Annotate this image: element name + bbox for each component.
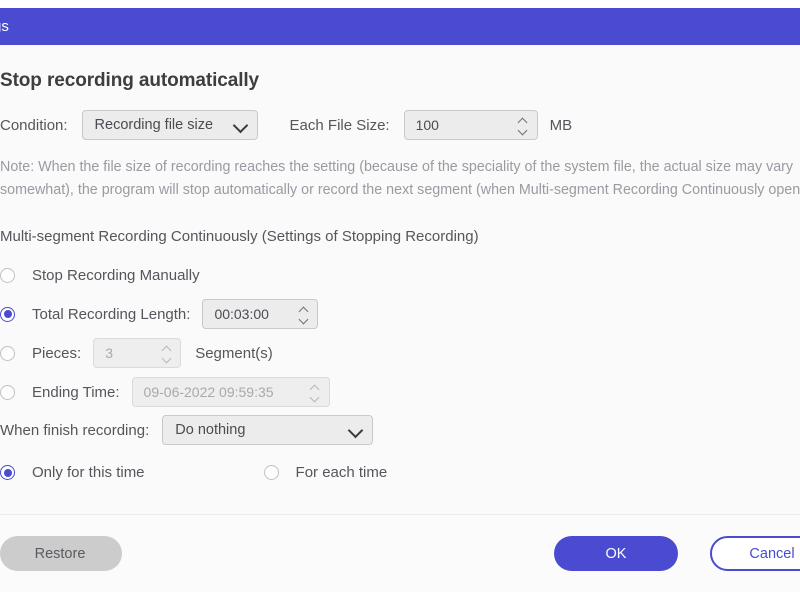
chevron-down-icon	[300, 317, 308, 322]
ok-button[interactable]: OK	[554, 536, 678, 571]
total-recording-length-stepper[interactable]	[297, 307, 310, 322]
restore-button[interactable]: Restore	[0, 536, 122, 571]
label-stop-recording-manually: Stop Recording Manually	[32, 266, 200, 284]
finish-recording-select[interactable]: Do nothing	[162, 415, 374, 446]
chevron-down-icon	[349, 423, 363, 437]
chevron-down-icon	[519, 128, 527, 133]
radio-stop-recording-manually[interactable]	[0, 267, 15, 283]
option-row-pieces[interactable]: Pieces: 3 Segment(s)	[0, 337, 800, 369]
radio-for-each-time[interactable]	[263, 465, 279, 481]
pieces-unit-label: Segment(s)	[195, 344, 273, 362]
option-row-total-length[interactable]: Total Recording Length: 00:03:00	[0, 298, 800, 330]
radio-only-for-this-time[interactable]	[0, 465, 15, 481]
option-row-ending-time[interactable]: Ending Time: 09-06-2022 09:59:35	[0, 376, 800, 408]
cancel-button[interactable]: Cancel	[710, 536, 800, 571]
window-title: Settings	[0, 18, 9, 35]
chevron-down-icon	[163, 356, 171, 361]
pieces-input[interactable]: 3	[93, 338, 182, 369]
ending-time-input[interactable]: 09-06-2022 09:59:35	[131, 377, 330, 408]
each-file-size-value: 100	[415, 117, 439, 133]
condition-label: Condition:	[0, 116, 68, 134]
page-title: Stop recording automatically	[0, 70, 260, 91]
option-row-stop-manually[interactable]: Stop Recording Manually	[0, 259, 800, 291]
each-file-size-stepper[interactable]	[517, 118, 530, 133]
total-recording-length-value: 00:03:00	[214, 306, 269, 323]
label-pieces: Pieces:	[32, 344, 82, 362]
pieces-stepper[interactable]	[160, 346, 173, 361]
dialog-body: Stop recording automatically Condition: …	[0, 45, 800, 514]
note-text: Note: When the file size of recording re…	[0, 159, 800, 199]
condition-select-value: Recording file size	[94, 117, 214, 133]
total-recording-length-input[interactable]: 00:03:00	[202, 299, 319, 330]
multi-segment-subheading: Multi-segment Recording Continuously (Se…	[0, 228, 479, 246]
finish-recording-select-value: Do nothing	[175, 422, 246, 439]
label-for-each-time: For each time	[295, 464, 388, 482]
radio-ending-time[interactable]	[0, 384, 15, 400]
settings-dialog: Settings Stop recording automatically Co…	[0, 8, 800, 592]
condition-row: Condition: Recording file size Each File…	[0, 110, 800, 140]
radio-total-recording-length[interactable]	[0, 306, 15, 322]
chevron-up-icon	[311, 385, 319, 390]
label-only-for-this-time: Only for this time	[32, 464, 145, 482]
each-file-size-label: Each File Size:	[289, 116, 390, 134]
dialog-footer: Restore OK Cancel	[0, 514, 800, 592]
label-ending-time: Ending Time:	[32, 383, 120, 401]
chevron-up-icon	[300, 307, 308, 312]
radio-pieces[interactable]	[0, 345, 15, 361]
ending-time-value: 09-06-2022 09:59:35	[143, 384, 274, 401]
condition-select[interactable]: Recording file size	[81, 110, 258, 140]
pieces-value: 3	[105, 345, 113, 362]
label-total-recording-length: Total Recording Length:	[32, 305, 191, 323]
chevron-up-icon	[519, 118, 527, 123]
title-bar: Settings	[0, 8, 800, 45]
chevron-down-icon	[311, 395, 319, 400]
ending-time-stepper[interactable]	[309, 385, 322, 400]
scope-row: Only for this time For each time	[0, 464, 800, 481]
finish-recording-label: When finish recording:	[0, 421, 150, 439]
each-file-size-input[interactable]: 100	[403, 110, 538, 140]
finish-recording-row: When finish recording: Do nothing	[0, 415, 800, 446]
chevron-up-icon	[163, 346, 171, 351]
file-size-unit: MB	[549, 116, 573, 134]
chevron-down-icon	[234, 118, 248, 132]
